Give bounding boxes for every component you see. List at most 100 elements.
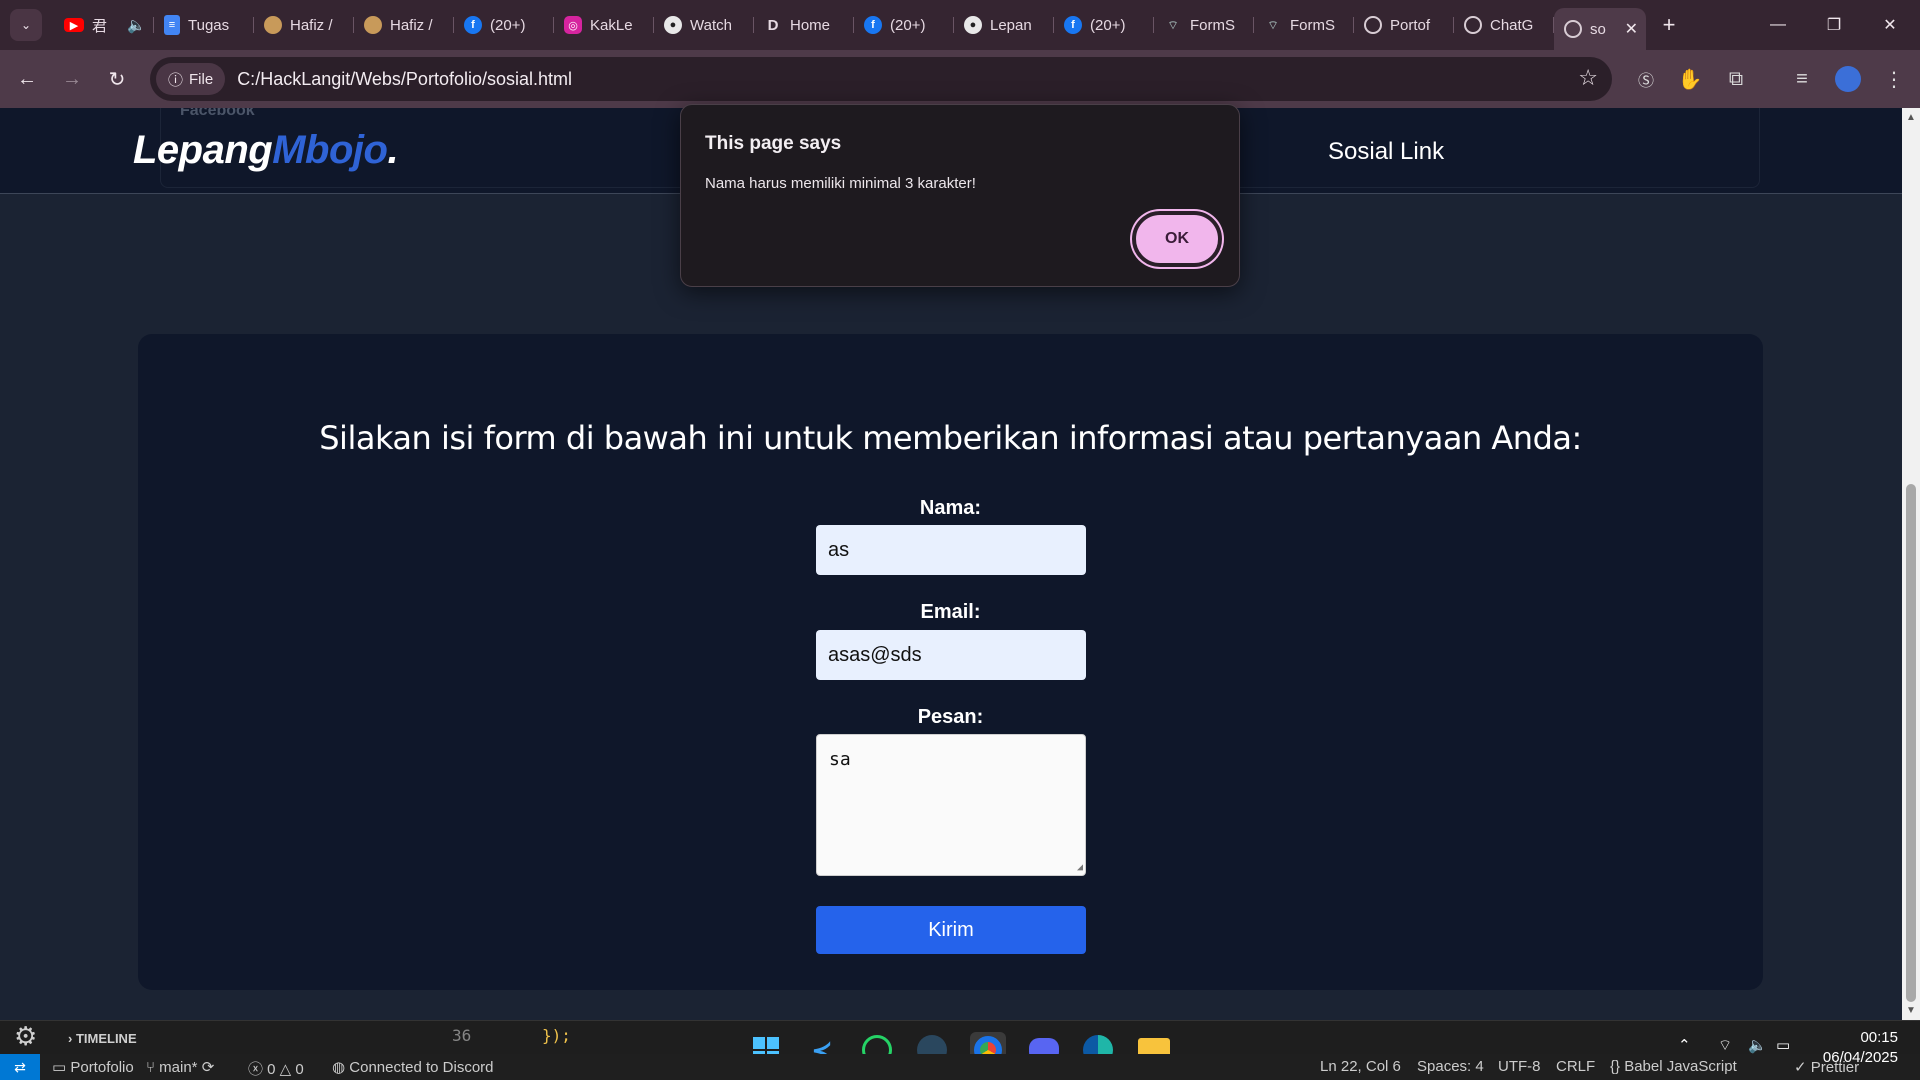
tray-chevron-icon[interactable]: ⌃ xyxy=(1678,1036,1691,1054)
problems-item[interactable]: ⓧ 0 △ 0 xyxy=(248,1058,304,1079)
arrow-right-icon: → xyxy=(62,67,82,90)
language-mode[interactable]: {} Babel JavaScript xyxy=(1610,1058,1737,1075)
facebook-icon: f xyxy=(1064,16,1082,34)
tab[interactable]: ⌔ FormS xyxy=(1154,8,1254,42)
close-tab-icon[interactable]: ✕ xyxy=(1625,19,1638,39)
scroll-down-icon[interactable]: ▼ xyxy=(1906,1005,1916,1016)
facebook-icon: f xyxy=(464,16,482,34)
chatgpt-icon xyxy=(1464,16,1482,34)
email-input[interactable]: asas@sds xyxy=(816,630,1086,680)
site-info-chip[interactable]: ⓘ File xyxy=(156,63,226,95)
message-text: sa xyxy=(829,749,851,770)
media-control-icon[interactable]: ≡ xyxy=(1782,59,1822,99)
code-line: }); xyxy=(542,1026,571,1045)
arrow-left-icon: ← xyxy=(17,67,37,90)
github-icon: ● xyxy=(664,16,682,34)
minimize-button[interactable]: — xyxy=(1750,0,1806,50)
browser-toolbar: ← → ↻ ⓘ File C:/HackLangit/Webs/Portofol… xyxy=(0,50,1920,108)
extension-hand-icon[interactable]: ✋ xyxy=(1670,59,1710,99)
form-icon: ⌔ xyxy=(1167,17,1179,32)
back-button[interactable]: ← xyxy=(7,59,47,99)
github-icon: ● xyxy=(964,16,982,34)
tab[interactable]: Hafiz / xyxy=(354,8,454,42)
bookmark-star-icon[interactable]: ☆ xyxy=(1578,65,1598,91)
battery-icon[interactable]: ▭ xyxy=(1776,1036,1790,1054)
menu-kebab-icon[interactable]: ⋮ xyxy=(1874,59,1914,99)
scrollbar-thumb[interactable] xyxy=(1906,484,1916,1002)
encoding[interactable]: UTF-8 xyxy=(1498,1058,1541,1075)
wifi-icon[interactable]: ⌔ xyxy=(1718,1036,1732,1055)
system-clock[interactable]: 00:15 06/04/2025 xyxy=(1823,1028,1898,1068)
page-scrollbar[interactable]: ▲ ▼ xyxy=(1902,108,1920,1020)
message-textarea[interactable]: sa ◢ xyxy=(816,734,1086,876)
tab[interactable]: ≡ Tugas xyxy=(154,8,254,42)
tab[interactable]: ▶ 君 🔈 xyxy=(54,8,154,42)
instagram-icon: ◎ xyxy=(564,16,582,34)
tab-strip: ⌄ ▶ 君 🔈 ≡ Tugas Hafiz / Hafiz / f (20+) … xyxy=(0,0,1920,50)
dialog-title: This page says xyxy=(705,133,842,154)
site-logo[interactable]: LepangMbojo. xyxy=(133,128,399,173)
submit-button[interactable]: Kirim xyxy=(816,906,1086,954)
discord-status[interactable]: ◍ Connected to Discord xyxy=(332,1058,494,1076)
resize-handle-icon[interactable]: ◢ xyxy=(1077,862,1083,873)
extension-s-icon[interactable]: Ⓢ xyxy=(1626,59,1666,99)
chevron-down-icon: ⌄ xyxy=(20,18,32,32)
project-item[interactable]: ▭ Portofolio xyxy=(52,1058,134,1076)
extensions-puzzle-icon[interactable]: ⧉ xyxy=(1716,59,1756,99)
message-label: Pesan: xyxy=(917,706,984,728)
volume-icon[interactable]: 🔈 xyxy=(1748,1036,1767,1054)
profile-avatar[interactable] xyxy=(1828,59,1868,99)
name-label: Nama: xyxy=(919,497,982,519)
nav-link-sosial[interactable]: Sosial Link xyxy=(1328,138,1444,166)
editor-strip: ⚙ › TIMELINE 36 }); xyxy=(0,1020,1920,1054)
address-bar[interactable]: ⓘ File C:/HackLangit/Webs/Portofolio/sos… xyxy=(150,57,1612,101)
tab[interactable]: ⌔ FormS xyxy=(1254,8,1354,42)
reload-icon: ↻ xyxy=(108,68,126,91)
name-input[interactable]: as xyxy=(816,525,1086,575)
facebook-icon: f xyxy=(864,16,882,34)
info-icon: ⓘ xyxy=(168,71,184,89)
url-text[interactable]: C:/HackLangit/Webs/Portofolio/sosial.htm… xyxy=(237,69,572,90)
tab[interactable]: Hafiz / xyxy=(254,8,354,42)
email-label: Email: xyxy=(920,601,981,623)
dialog-ok-button[interactable]: OK xyxy=(1132,211,1222,267)
tab[interactable]: ChatG xyxy=(1454,8,1554,42)
branch-item[interactable]: ⑂ main* ⟳ xyxy=(146,1058,214,1076)
tab[interactable]: D Home xyxy=(754,8,854,42)
tab-search-button[interactable]: ⌄ xyxy=(10,9,42,41)
audio-icon[interactable]: 🔈 xyxy=(127,16,146,34)
remote-icon[interactable]: ⇄ xyxy=(0,1054,40,1080)
forward-button[interactable]: → xyxy=(52,59,92,99)
tab[interactable]: ● Lepan xyxy=(954,8,1054,42)
contact-form-card: Silakan isi form di bawah ini untuk memb… xyxy=(138,334,1763,990)
gear-icon[interactable]: ⚙ xyxy=(14,1021,37,1052)
dialog-message: Nama harus memiliki minimal 3 karakter! xyxy=(705,175,976,192)
close-window-button[interactable]: ✕ xyxy=(1862,0,1918,50)
avatar-icon xyxy=(264,16,282,34)
timeline-section[interactable]: › TIMELINE xyxy=(68,1031,137,1046)
tab-active[interactable]: so ✕ xyxy=(1554,8,1646,50)
tab[interactable]: f (20+) xyxy=(1054,8,1154,42)
tab[interactable]: ◎ KakLe xyxy=(554,8,654,42)
tab[interactable]: ● Watch xyxy=(654,8,754,42)
vscode-statusbar: ⇄ ▭ Portofolio ⑂ main* ⟳ ⓧ 0 △ 0 ◍ Conne… xyxy=(0,1054,1920,1080)
globe-icon xyxy=(1364,16,1382,34)
line-ending[interactable]: CRLF xyxy=(1556,1058,1595,1075)
d-icon: D xyxy=(767,16,779,34)
ghost-menu-text: Facebook xyxy=(180,108,255,119)
reload-button[interactable]: ↻ xyxy=(97,59,137,99)
cursor-position[interactable]: Ln 22, Col 6 xyxy=(1320,1058,1401,1075)
google-docs-icon: ≡ xyxy=(164,15,180,35)
new-tab-button[interactable]: + xyxy=(1652,8,1686,42)
indentation[interactable]: Spaces: 4 xyxy=(1417,1058,1484,1075)
form-heading: Silakan isi form di bawah ini untuk memb… xyxy=(319,419,1582,457)
tab[interactable]: f (20+) xyxy=(854,8,954,42)
avatar-icon xyxy=(364,16,382,34)
form-icon: ⌔ xyxy=(1267,17,1279,32)
tab[interactable]: Portof xyxy=(1354,8,1454,42)
restore-button[interactable]: ❐ xyxy=(1806,0,1862,50)
scroll-up-icon[interactable]: ▲ xyxy=(1906,112,1916,123)
alert-dialog: This page says Nama harus memiliki minim… xyxy=(680,104,1240,287)
tab[interactable]: f (20+) xyxy=(454,8,554,42)
globe-icon xyxy=(1564,20,1582,38)
